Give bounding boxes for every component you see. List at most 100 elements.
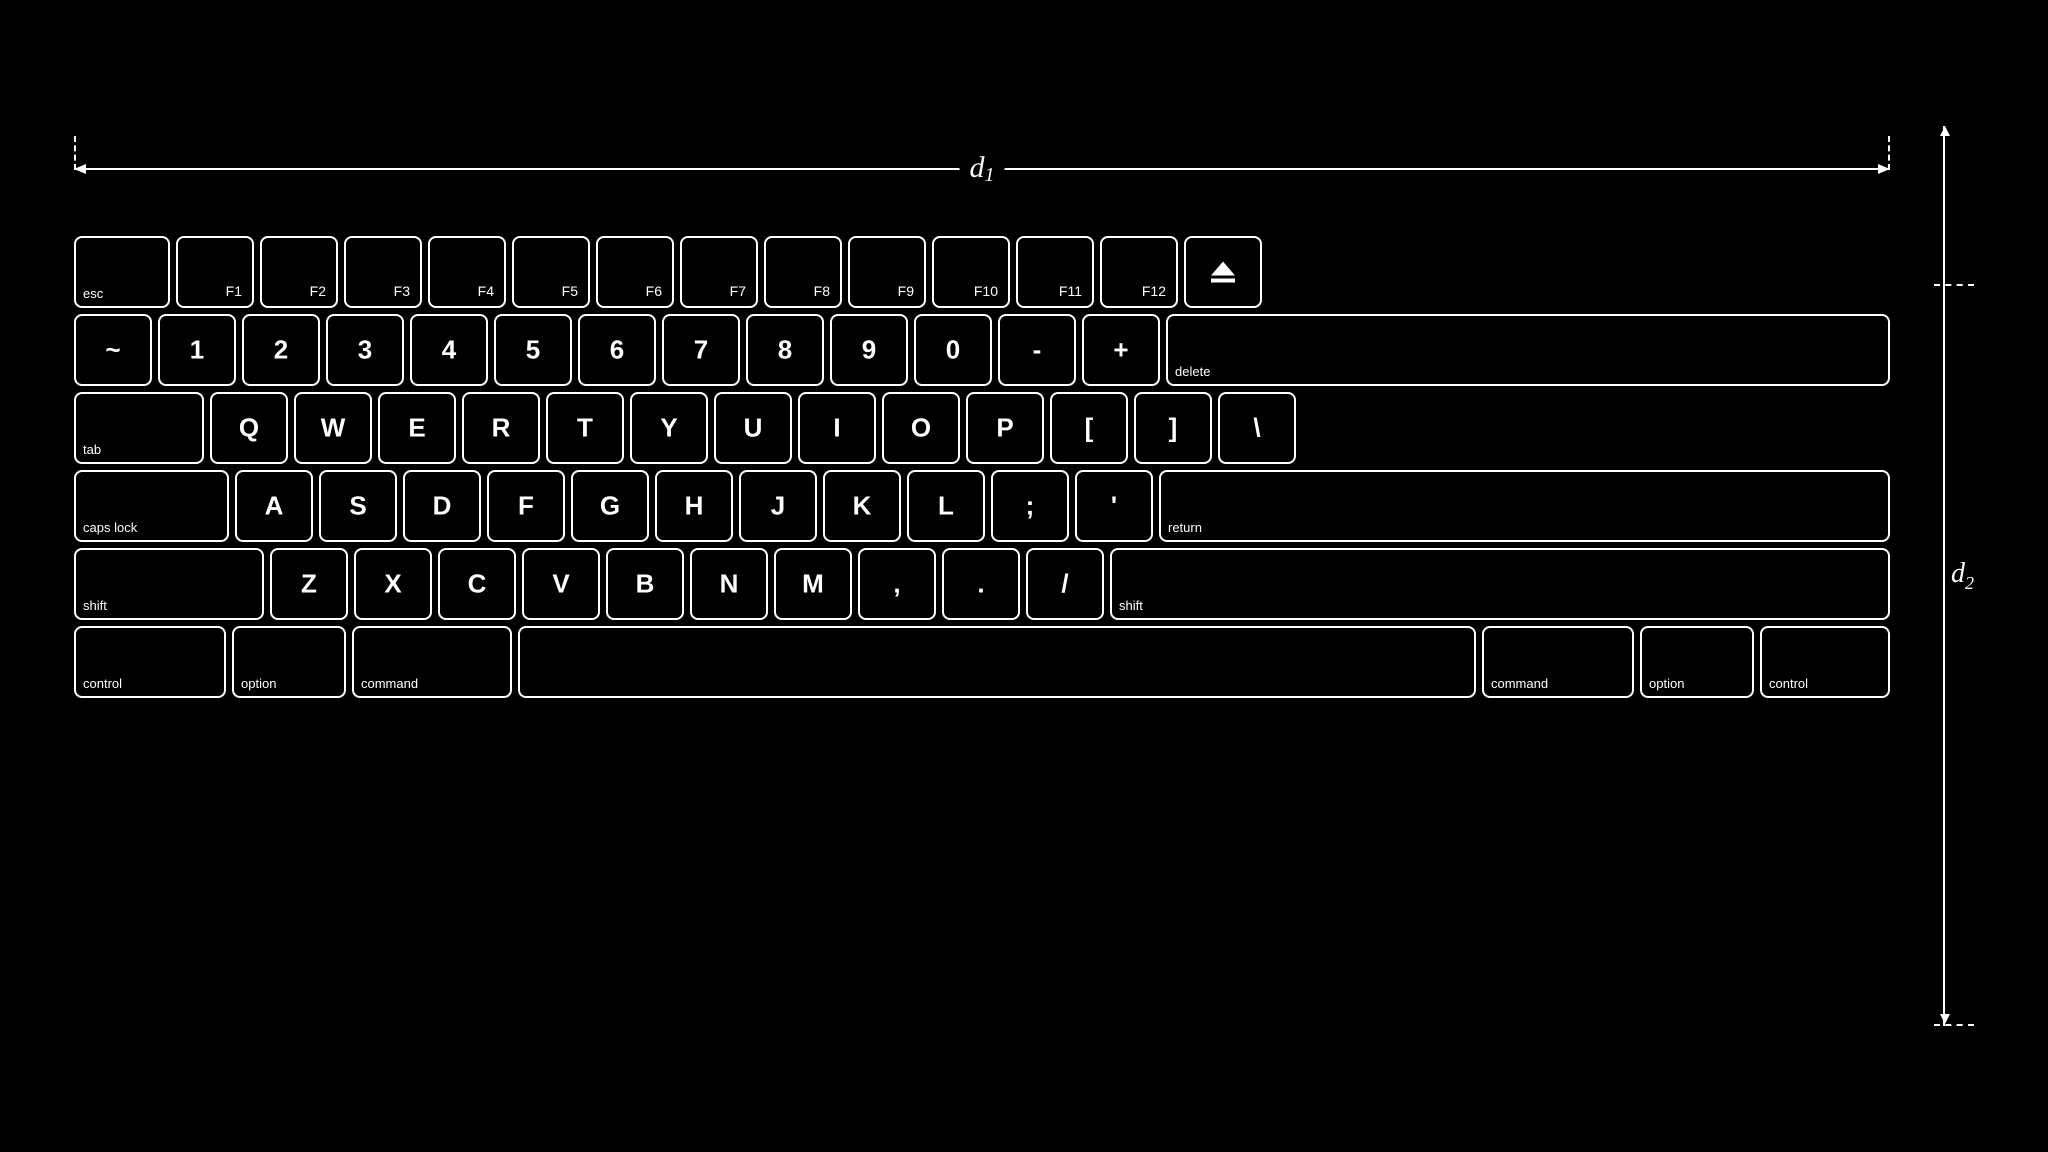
key-x[interactable]: X xyxy=(354,548,432,620)
key-l[interactable]: L xyxy=(907,470,985,542)
key-command-right[interactable]: command xyxy=(1482,626,1634,698)
key-command-left[interactable]: command xyxy=(352,626,512,698)
key-return[interactable]: return xyxy=(1159,470,1890,542)
key-8[interactable]: 8 xyxy=(746,314,824,386)
key-comma[interactable]: , xyxy=(858,548,936,620)
key-r[interactable]: R xyxy=(462,392,540,464)
key-m[interactable]: M xyxy=(774,548,852,620)
key-k[interactable]: K xyxy=(823,470,901,542)
key-plus[interactable]: + xyxy=(1082,314,1160,386)
key-f[interactable]: F xyxy=(487,470,565,542)
key-b[interactable]: B xyxy=(606,548,684,620)
key-control-left-label: control xyxy=(83,676,122,691)
key-2[interactable]: 2 xyxy=(242,314,320,386)
key-f11[interactable]: F11 xyxy=(1016,236,1094,308)
key-f12[interactable]: F12 xyxy=(1100,236,1178,308)
key-tilde-label: ~ xyxy=(105,335,120,366)
key-f6[interactable]: F6 xyxy=(596,236,674,308)
key-4[interactable]: 4 xyxy=(410,314,488,386)
key-f7[interactable]: F7 xyxy=(680,236,758,308)
key-s[interactable]: S xyxy=(319,470,397,542)
key-rbracket[interactable]: ] xyxy=(1134,392,1212,464)
key-f3[interactable]: F3 xyxy=(344,236,422,308)
key-shift-right[interactable]: shift xyxy=(1110,548,1890,620)
key-f4[interactable]: F4 xyxy=(428,236,506,308)
key-f2-label: F2 xyxy=(310,283,326,299)
key-lbracket-label: [ xyxy=(1085,413,1094,444)
key-e[interactable]: E xyxy=(378,392,456,464)
key-esc[interactable]: esc xyxy=(74,236,170,308)
key-g[interactable]: G xyxy=(571,470,649,542)
key-z[interactable]: Z xyxy=(270,548,348,620)
key-option-left[interactable]: option xyxy=(232,626,346,698)
key-c[interactable]: C xyxy=(438,548,516,620)
key-semicolon[interactable]: ; xyxy=(991,470,1069,542)
key-b-label: B xyxy=(636,569,655,600)
key-control-left[interactable]: control xyxy=(74,626,226,698)
key-option-right[interactable]: option xyxy=(1640,626,1754,698)
key-delete[interactable]: delete xyxy=(1166,314,1890,386)
key-control-right[interactable]: control xyxy=(1760,626,1890,698)
key-h[interactable]: H xyxy=(655,470,733,542)
key-capslock[interactable]: caps lock xyxy=(74,470,229,542)
key-u[interactable]: U xyxy=(714,392,792,464)
d2-arrow-bottom xyxy=(1940,1014,1950,1024)
key-period[interactable]: . xyxy=(942,548,1020,620)
key-j[interactable]: J xyxy=(739,470,817,542)
key-i[interactable]: I xyxy=(798,392,876,464)
key-n-label: N xyxy=(720,569,739,600)
key-rbracket-label: ] xyxy=(1169,413,1178,444)
number-row: ~ 1 2 3 4 5 6 7 8 xyxy=(74,314,1890,386)
key-space[interactable] xyxy=(518,626,1476,698)
key-f10[interactable]: F10 xyxy=(932,236,1010,308)
key-command-left-label: command xyxy=(361,676,418,691)
key-p[interactable]: P xyxy=(966,392,1044,464)
key-q[interactable]: Q xyxy=(210,392,288,464)
key-c-label: C xyxy=(468,569,487,600)
key-1[interactable]: 1 xyxy=(158,314,236,386)
key-a[interactable]: A xyxy=(235,470,313,542)
key-7[interactable]: 7 xyxy=(662,314,740,386)
key-m-label: M xyxy=(802,569,824,600)
key-y[interactable]: Y xyxy=(630,392,708,464)
d1-arrow-line: d1 xyxy=(74,168,1890,170)
key-slash[interactable]: / xyxy=(1026,548,1104,620)
key-tilde[interactable]: ~ xyxy=(74,314,152,386)
key-p-label: P xyxy=(996,413,1013,444)
key-f4-label: F4 xyxy=(478,283,494,299)
key-n[interactable]: N xyxy=(690,548,768,620)
key-o[interactable]: O xyxy=(882,392,960,464)
key-r-label: R xyxy=(492,413,511,444)
key-x-label: X xyxy=(384,569,401,600)
key-backslash[interactable]: \ xyxy=(1218,392,1296,464)
d2-arrow-top xyxy=(1940,126,1950,136)
key-f8[interactable]: F8 xyxy=(764,236,842,308)
key-command-right-label: command xyxy=(1491,676,1548,691)
key-f9[interactable]: F9 xyxy=(848,236,926,308)
key-option-right-label: option xyxy=(1649,676,1684,691)
key-9-label: 9 xyxy=(862,335,876,366)
key-shift-left[interactable]: shift xyxy=(74,548,264,620)
key-comma-label: , xyxy=(893,569,900,600)
key-f1[interactable]: F1 xyxy=(176,236,254,308)
key-5[interactable]: 5 xyxy=(494,314,572,386)
key-quote[interactable]: ' xyxy=(1075,470,1153,542)
key-minus[interactable]: - xyxy=(998,314,1076,386)
key-3[interactable]: 3 xyxy=(326,314,404,386)
d2-line xyxy=(1943,126,1945,1026)
key-f5[interactable]: F5 xyxy=(512,236,590,308)
key-tab[interactable]: tab xyxy=(74,392,204,464)
key-lbracket[interactable]: [ xyxy=(1050,392,1128,464)
key-backslash-label: \ xyxy=(1253,413,1260,444)
key-9[interactable]: 9 xyxy=(830,314,908,386)
key-t[interactable]: T xyxy=(546,392,624,464)
key-d[interactable]: D xyxy=(403,470,481,542)
key-f2[interactable]: F2 xyxy=(260,236,338,308)
d2-tick-top xyxy=(1934,284,1974,286)
key-v[interactable]: V xyxy=(522,548,600,620)
key-6[interactable]: 6 xyxy=(578,314,656,386)
key-w[interactable]: W xyxy=(294,392,372,464)
key-0[interactable]: 0 xyxy=(914,314,992,386)
key-u-label: U xyxy=(744,413,763,444)
key-eject[interactable] xyxy=(1184,236,1262,308)
